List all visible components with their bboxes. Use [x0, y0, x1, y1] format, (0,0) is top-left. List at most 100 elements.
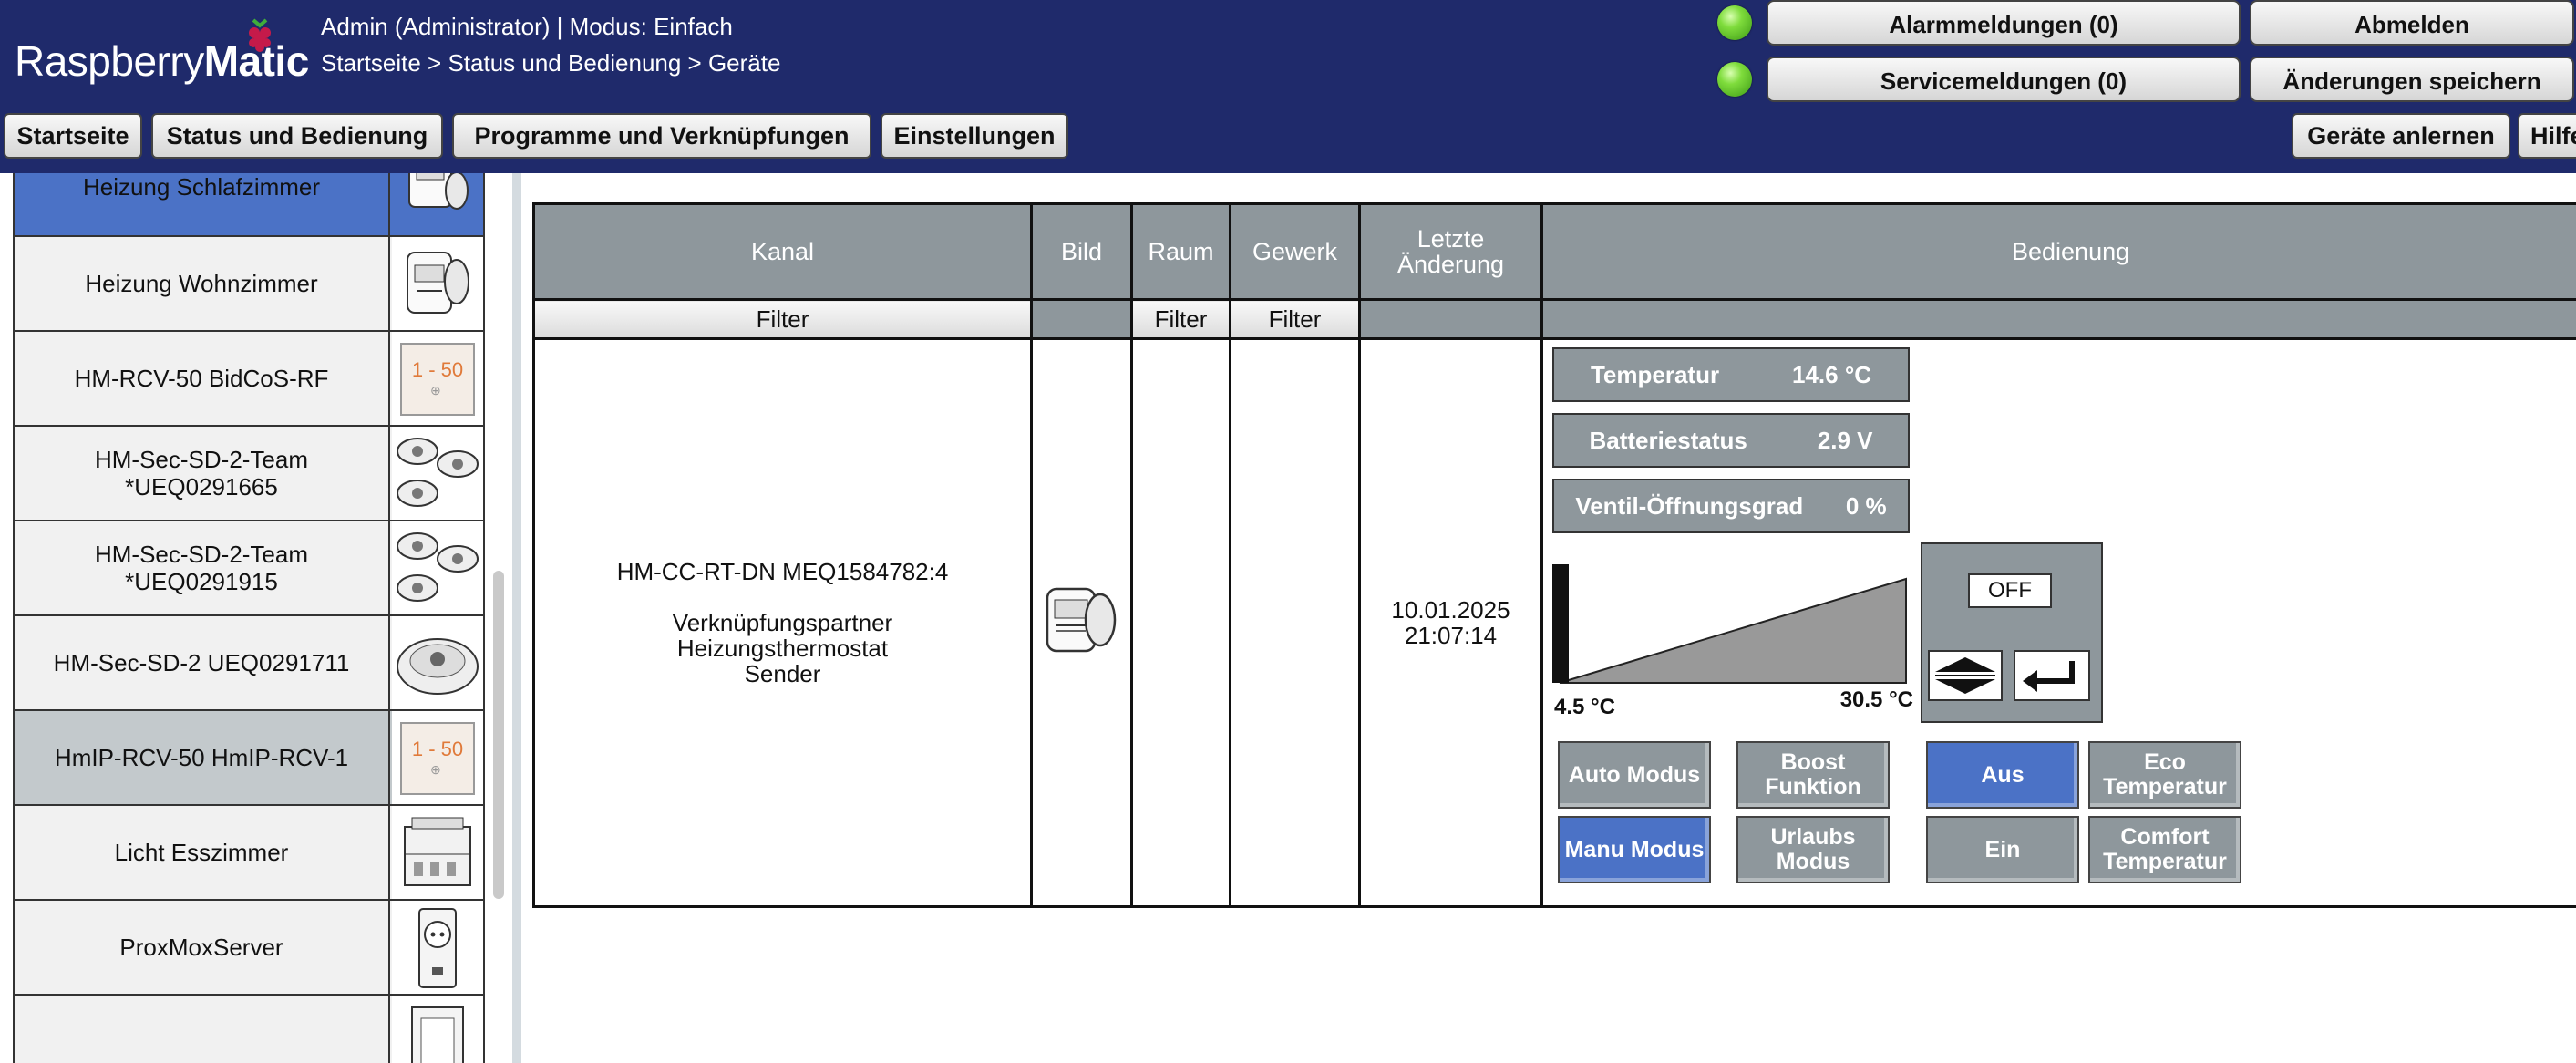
- smoke-detector-team-icon: [392, 521, 483, 614]
- battery-readout: Batteriestatus 2.9 V: [1552, 413, 1910, 468]
- control-cell: Temperatur 14.6 °C Batteriestatus 2.9 V Ve…: [1540, 337, 2576, 908]
- range-min-label: 4.5 °C: [1554, 695, 1615, 719]
- thermostat-icon: [1046, 587, 1116, 652]
- alarm-status-led-icon: [1717, 5, 1752, 40]
- device-image-cell: [1030, 337, 1133, 908]
- table-row: HM-CC-RT-DN MEQ1584782:4 Verknüpfungspar…: [532, 337, 2576, 908]
- enter-icon[interactable]: [2014, 650, 2090, 701]
- function-cell: [1229, 337, 1361, 908]
- filter-gewerk-button[interactable]: Filter: [1229, 298, 1361, 340]
- column-header-bild: Bild: [1030, 202, 1133, 301]
- filter-kanal-button[interactable]: Filter: [532, 298, 1033, 340]
- alarm-messages-button[interactable]: Alarmmeldungen (0): [1767, 0, 2241, 46]
- manual-mode-button[interactable]: Manu Modus: [1558, 816, 1711, 883]
- column-header-letzte-aenderung: Letzte Änderung: [1358, 202, 1543, 301]
- boost-function-button[interactable]: Boost Funktion: [1736, 741, 1890, 809]
- smoke-detector-icon: [392, 616, 483, 709]
- link-partner-device: Heizungsthermostat: [676, 635, 889, 662]
- comfort-temperature-button[interactable]: Comfort Temperatur: [2088, 816, 2241, 883]
- auto-mode-button[interactable]: Auto Modus: [1558, 741, 1711, 809]
- temperature-readout: Temperatur 14.6 °C: [1552, 347, 1910, 402]
- device-name: HM-Sec-SD-2-Team *UEQ0291915: [15, 521, 390, 614]
- device-name: HM-Sec-SD-2-Team *UEQ0291665: [15, 427, 390, 520]
- filter-raum-button[interactable]: Filter: [1130, 298, 1231, 340]
- device-name: ProxMoxServer: [15, 901, 390, 994]
- device-name: Rolladen Bad oben: [15, 996, 390, 1063]
- channel-cell: HM-CC-RT-DN MEQ1584782:4 Verknüpfungspar…: [532, 337, 1033, 908]
- device-item-licht-esszimmer[interactable]: Licht Esszimmer: [13, 806, 485, 901]
- device-item-rolladen-bad-oben[interactable]: Rolladen Bad oben: [13, 996, 485, 1063]
- logout-button[interactable]: Abmelden: [2250, 0, 2574, 46]
- valve-readout: Ventil-Öffnungsgrad 0 %: [1552, 479, 1910, 533]
- last-change-time: 21:07:14: [1404, 622, 1498, 649]
- last-change-cell: 10.01.2025 21:07:14: [1358, 337, 1543, 908]
- service-messages-button[interactable]: Servicemeldungen (0): [1767, 57, 2241, 102]
- range-max-label: 30.5 °C: [1840, 687, 1913, 712]
- device-name: HmIP-RCV-50 HmIP-RCV-1: [15, 711, 390, 804]
- last-change-date: 10.01.2025: [1391, 596, 1510, 624]
- thermostat-icon: [392, 173, 483, 235]
- service-status-led-icon: [1717, 62, 1752, 97]
- help-button[interactable]: Hilfe: [2518, 113, 2576, 159]
- sidebar-divider[interactable]: [512, 173, 521, 1063]
- device-item-hm-rcv-50[interactable]: HM-RCV-50 BidCoS-RF 1 - 50 ⊕: [13, 332, 485, 427]
- din-rail-actuator-icon: [392, 806, 483, 899]
- nav-status-button[interactable]: Status und Bedienung: [151, 113, 443, 159]
- device-name: Heizung Schlafzimmer: [15, 173, 390, 235]
- plug-switch-icon: [392, 901, 483, 994]
- remote-panel-icon: 1 - 50 ⊕: [392, 332, 483, 425]
- filter-bild-empty: [1030, 298, 1133, 340]
- up-down-arrows-icon[interactable]: [1928, 650, 2003, 701]
- device-item-heizung-wohnzimmer[interactable]: Heizung Wohnzimmer: [13, 237, 485, 332]
- column-header-gewerk: Gewerk: [1229, 202, 1361, 301]
- channel-name: HM-CC-RT-DN MEQ1584782:4: [616, 558, 949, 585]
- device-name: Licht Esszimmer: [15, 806, 390, 899]
- off-button[interactable]: Aus: [1926, 741, 2079, 809]
- eco-temperature-button[interactable]: Eco Temperatur: [2088, 741, 2241, 809]
- sidebar-scrollbar-thumb[interactable]: [493, 571, 504, 899]
- link-partner-role: Sender: [744, 660, 821, 687]
- link-partner-label: Verknüpfungspartner: [672, 609, 893, 636]
- remote-panel-icon: 1 - 50 ⊕: [392, 711, 483, 804]
- smoke-detector-team-icon: [392, 427, 483, 520]
- thermostat-icon: [392, 237, 483, 330]
- filter-letzte-empty: [1358, 298, 1543, 340]
- nav-programs-button[interactable]: Programme und Verknüpfungen: [452, 113, 871, 159]
- setpoint-slider-handle: [1552, 564, 1569, 683]
- device-channel-table: Kanal Bild Raum Gewerk Letzte Änderung Be…: [532, 202, 2576, 908]
- filter-bedienung-empty: [1540, 298, 2576, 340]
- header-bar: RaspberryMatic Admin (Administrator) | M…: [0, 0, 2576, 173]
- device-item-hm-sec-sd-2-team-1665[interactable]: HM-Sec-SD-2-Team *UEQ0291665: [13, 427, 485, 521]
- raspberry-icon: [249, 18, 271, 52]
- device-name: Heizung Wohnzimmer: [15, 237, 390, 330]
- save-changes-button[interactable]: Änderungen speichern: [2250, 57, 2574, 102]
- setpoint-slider[interactable]: 4.5 °C 30.5 °C: [1552, 564, 1917, 728]
- device-item-hm-sec-sd-2[interactable]: HM-Sec-SD-2 UEQ0291711: [13, 616, 485, 711]
- svg-text:1 - 50: 1 - 50: [412, 358, 463, 381]
- nav-startseite-button[interactable]: Startseite: [4, 113, 142, 159]
- breadcrumb: Startseite > Status und Bedienung > Gerä…: [321, 49, 781, 77]
- setpoint-ramp: [1559, 577, 1907, 684]
- main-content: Kanal Bild Raum Gewerk Letzte Änderung Be…: [532, 202, 2576, 910]
- on-button[interactable]: Ein: [1926, 816, 2079, 883]
- device-item-hm-sec-sd-2-team-1915[interactable]: HM-Sec-SD-2-Team *UEQ0291915: [13, 521, 485, 616]
- setpoint-value-display: OFF: [1968, 573, 2052, 608]
- column-header-raum: Raum: [1130, 202, 1231, 301]
- svg-text:⊕: ⊕: [430, 762, 441, 777]
- user-info: Admin (Administrator) | Modus: Einfach: [321, 13, 733, 40]
- device-item-proxmoxserver[interactable]: ProxMoxServer: [13, 901, 485, 996]
- device-item-hmip-rcv-50[interactable]: HmIP-RCV-50 HmIP-RCV-1 1 - 50 ⊕: [13, 711, 485, 806]
- nav-settings-button[interactable]: Einstellungen: [881, 113, 1068, 159]
- column-header-bedienung: Bedienung: [1540, 202, 2576, 301]
- device-item-heizung-schlafzimmer[interactable]: Heizung Schlafzimmer: [13, 173, 485, 237]
- vacation-mode-button[interactable]: Urlaubs Modus: [1736, 816, 1890, 883]
- device-name: HM-Sec-SD-2 UEQ0291711: [15, 616, 390, 709]
- wall-switch-icon: [392, 996, 483, 1063]
- column-header-kanal: Kanal: [532, 202, 1033, 301]
- setpoint-panel: OFF: [1921, 542, 2103, 723]
- room-cell: [1130, 337, 1231, 908]
- svg-text:⊕: ⊕: [430, 383, 441, 397]
- device-sidebar: Heizung Schlafzimmer Heizung Wohnzimmer …: [0, 173, 521, 1063]
- teach-devices-button[interactable]: Geräte anlernen: [2292, 113, 2510, 159]
- svg-text:1 - 50: 1 - 50: [412, 738, 463, 760]
